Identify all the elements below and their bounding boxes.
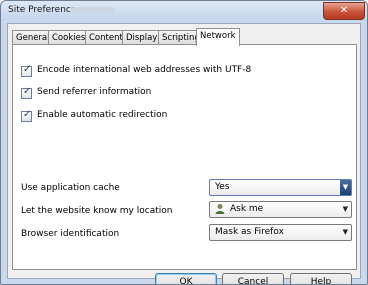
utf8-label: Encode international web addresses with … <box>37 65 252 75</box>
check-icon: ✓ <box>23 64 32 75</box>
tab-content[interactable]: Content <box>85 30 127 45</box>
dialog-body: General Cookies Content Display Scriptin… <box>7 23 361 284</box>
redirection-label: Enable automatic redirection <box>37 110 168 120</box>
tab-display[interactable]: Display <box>122 30 162 45</box>
blurred-title-text <box>71 7 115 14</box>
close-button[interactable]: ✕ <box>323 2 365 20</box>
utf8-checkbox[interactable]: ✓ <box>21 64 32 77</box>
browser-id-select[interactable]: Mask as Firefox ▼ <box>209 224 352 241</box>
network-panel: ✓ Encode international web addresses wit… <box>12 44 357 270</box>
app-cache-label: Use application cache <box>21 183 120 193</box>
redirection-checkbox[interactable]: ✓ <box>21 109 32 122</box>
referrer-checkbox[interactable]: ✓ <box>21 86 32 99</box>
title-bar[interactable]: Site Preferences ✕ <box>1 1 367 21</box>
chevron-down-icon: ▼ <box>342 205 348 213</box>
check-icon: ✓ <box>23 109 32 120</box>
referrer-label: Send referrer information <box>37 87 152 97</box>
dialog-window: Site Preferences ✕ General Cookies Conte… <box>0 0 368 285</box>
chevron-down-icon[interactable]: ▼ <box>340 180 351 195</box>
location-select[interactable]: Ask me ▼ <box>209 201 352 218</box>
app-cache-value: Yes <box>215 182 230 192</box>
location-label: Let the website know my location <box>21 206 173 216</box>
chevron-down-icon: ▼ <box>342 228 348 236</box>
help-button[interactable]: Help <box>290 273 352 284</box>
location-value: Ask me <box>230 204 264 214</box>
tab-cookies[interactable]: Cookies <box>48 30 90 45</box>
browser-id-value: Mask as Firefox <box>215 227 284 237</box>
cancel-button[interactable]: Cancel <box>222 273 284 284</box>
browser-id-label: Browser identification <box>21 229 120 239</box>
person-location-icon <box>215 204 225 214</box>
check-icon: ✓ <box>23 86 32 97</box>
tab-network[interactable]: Network <box>196 28 240 46</box>
app-cache-select[interactable]: Yes ▼ <box>209 179 352 196</box>
ok-button[interactable]: OK <box>155 273 217 284</box>
